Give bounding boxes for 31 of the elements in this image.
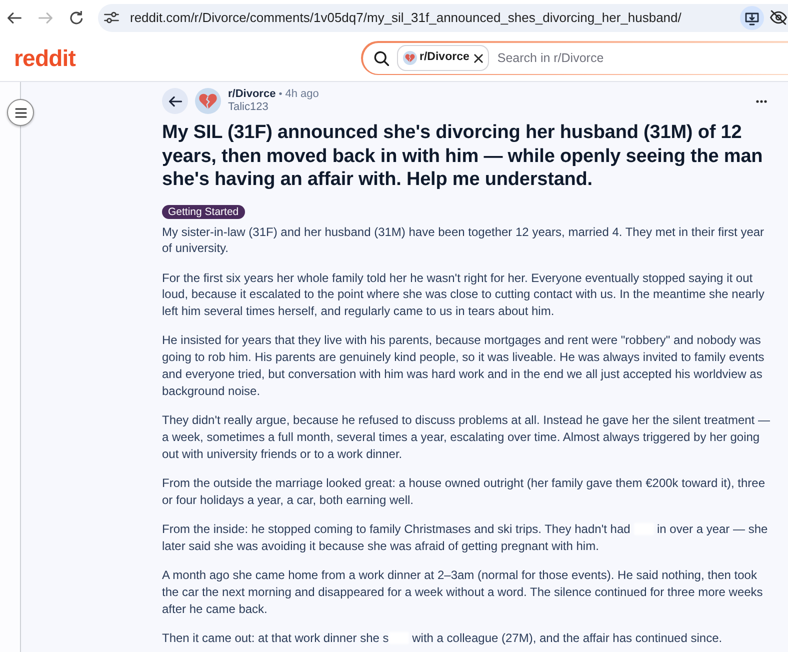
broken-heart-icon bbox=[402, 51, 416, 65]
close-icon[interactable] bbox=[474, 54, 484, 62]
post-flair[interactable]: Getting Started bbox=[162, 204, 245, 218]
menu-icon[interactable] bbox=[14, 108, 26, 118]
post-paragraph: Then it came out: at that work dinner she s with a colleague (27M), and the affair has continued since. bbox=[162, 630, 724, 647]
post-paragraph: From the inside: he stopped coming to family Christmases and ski trips. They hadn't had in over a year — she later said she was avoiding it because she was afraid of getting pregnant with him. bbox=[162, 521, 769, 555]
address-bar[interactable]: reddit.com/r/Divorce/comments/1v05dq7/my_sil_31f_announced_shes_divorcing_her_husband/ bbox=[98, 4, 788, 32]
post-title: My SIL (31F) announced she's divorcing her husband (31M) of 12 years, then moved back in with him — while openly seeing the man she's having an affair with. Help me understand. bbox=[162, 121, 764, 192]
tune-icon[interactable] bbox=[104, 11, 119, 24]
back-arrow-icon[interactable] bbox=[168, 96, 182, 106]
separator-dot: • bbox=[278, 88, 282, 101]
eye-slash-icon[interactable] bbox=[770, 10, 787, 25]
post-paragraph: They didn't really argue, because he refused to discuss problems at all. Instead he gave her the silent treatment — a week, sometimes a full month, several times a year, escalating over time. Almost always triggered by her going out with university friends or to a work dinner. bbox=[162, 412, 771, 463]
post-paragraph: My sister-in-law (31F) and her husband (31M) have been together 12 years, married 4. They met in their first year of university. bbox=[162, 224, 766, 258]
back-button[interactable] bbox=[162, 88, 188, 114]
author-name[interactable]: Talic123 bbox=[228, 101, 319, 114]
post-paragraph: A month ago she came home from a work dinner at 2–3am (normal for those events). He said nothing, then took the car the next morning and disappeared for a week without a word. The silence continued for three more weeks after he came back. bbox=[162, 567, 764, 618]
subreddit-name[interactable]: r/Divorce bbox=[228, 88, 276, 101]
post-paragraph: He insisted for years that they live with his parents, because mortgages and rent were "robbery" and nobody was going to rob him. His parents are genuinely kind people, so it was liveable. He was always invited to family events and everyone tried, but conversation with him was hard work and in the end we all just accepted his worldview as background noise. bbox=[162, 332, 766, 400]
reddit-logo[interactable]: reddit bbox=[14, 45, 76, 71]
subreddit-chip[interactable]: r/Divorce bbox=[396, 45, 490, 71]
search-field[interactable]: r/Divorce Search in r/Divorce bbox=[361, 41, 788, 75]
post-time: 4h ago bbox=[285, 88, 319, 101]
menu-button[interactable] bbox=[7, 99, 34, 126]
back-arrow-icon[interactable] bbox=[6, 10, 22, 24]
install-app-icon[interactable] bbox=[740, 6, 764, 30]
post-paragraph: From the outside the marriage looked great: a house owned outright (her family gave them €200k toward it), three or four holidays a year, a car, both earning well. bbox=[162, 475, 766, 509]
search-icon[interactable] bbox=[374, 50, 388, 66]
more-icon[interactable] bbox=[756, 100, 766, 102]
post-paragraph: For the first six years her whole family told her he wasn't right for her. Everyone eventually stopped saying it out loud, because it escalated to the point where she was close to cutting contact with us. In the meantime she nearly left him several times herself, and regularly came to us in tears about him. bbox=[162, 270, 766, 320]
reload-icon[interactable] bbox=[68, 10, 84, 24]
